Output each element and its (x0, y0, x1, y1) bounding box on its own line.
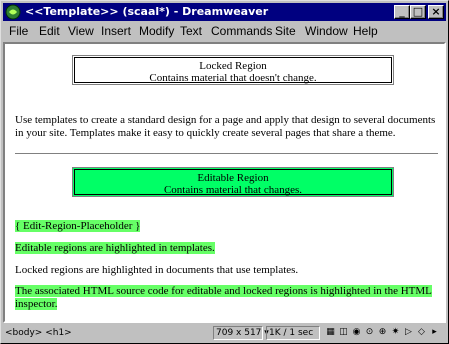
horizontal-rule (15, 153, 438, 155)
site-icon[interactable]: ▦ (325, 327, 336, 338)
maximize-button[interactable]: □ (410, 5, 426, 19)
menu-bar: File Edit View Insert Modify Text Comman… (3, 22, 446, 40)
title-bar[interactable]: <<Template>> (scaal*) - Dreamweaver _ □ … (3, 3, 446, 21)
dreamweaver-icon[interactable] (5, 4, 21, 20)
timeline-icon[interactable]: ✷ (390, 327, 401, 338)
minimize-button[interactable]: _ (394, 5, 410, 19)
window-size-field[interactable]: 709 x 517 ▾ (213, 326, 269, 340)
window-title: <<Template>> (scaal*) - Dreamweaver (25, 5, 269, 18)
locked-regions-paragraph: Locked regions are highlighted in docume… (15, 264, 299, 276)
tag-selector[interactable]: <body> <h1> (5, 328, 72, 338)
document-area[interactable]: Locked Region Contains material that doe… (3, 42, 446, 323)
editable-region-title: Editable Region (197, 172, 269, 184)
menu-site[interactable]: Site (275, 24, 296, 38)
menu-help[interactable]: Help (353, 24, 378, 38)
html-source-icon[interactable]: ▷ (403, 327, 414, 338)
menu-view[interactable]: View (68, 24, 94, 38)
menu-text[interactable]: Text (180, 24, 202, 38)
download-time-value: 1K / 1 sec (269, 328, 314, 338)
download-time-field: 1K / 1 sec (266, 326, 320, 340)
objects-icon[interactable]: ◇ (416, 327, 427, 338)
editable-region-box[interactable]: Editable Region Contains material that c… (72, 167, 394, 197)
menu-window[interactable]: Window (305, 24, 348, 38)
html-source-paragraph[interactable]: The associated HTML source code for edit… (15, 285, 432, 310)
editable-region-desc: Contains material that changes. (163, 184, 303, 196)
status-bar: <body> <h1> 709 x 517 ▾ 1K / 1 sec ▦ ◫ ◉… (3, 325, 446, 342)
editable-regions-paragraph[interactable]: Editable regions are highlighted in temp… (15, 242, 215, 254)
locked-region-desc: Contains material that doesn't change. (149, 72, 317, 84)
launcher-icon[interactable]: ▸ (429, 327, 440, 338)
history-icon[interactable]: ⊕ (377, 327, 388, 338)
locked-region-title: Locked Region (199, 60, 267, 72)
intro-paragraph: Use templates to create a standard desig… (15, 114, 436, 139)
menu-edit[interactable]: Edit (39, 24, 60, 38)
close-button[interactable]: × (428, 5, 444, 19)
library-icon[interactable]: ◫ (338, 327, 349, 338)
locked-region-box: Locked Region Contains material that doe… (72, 55, 394, 85)
menu-file[interactable]: File (9, 24, 28, 38)
css-styles-icon[interactable]: ◉ (351, 327, 362, 338)
menu-modify[interactable]: Modify (139, 24, 174, 38)
behaviors-icon[interactable]: ⊙ (364, 327, 375, 338)
window-size-value: 709 x 517 (216, 328, 262, 338)
app-window: <<Template>> (scaal*) - Dreamweaver _ □ … (0, 0, 449, 344)
edit-region-placeholder[interactable]: { Edit-Region-Placeholder } (15, 220, 141, 232)
menu-insert[interactable]: Insert (101, 24, 131, 38)
menu-commands[interactable]: Commands (211, 24, 272, 38)
